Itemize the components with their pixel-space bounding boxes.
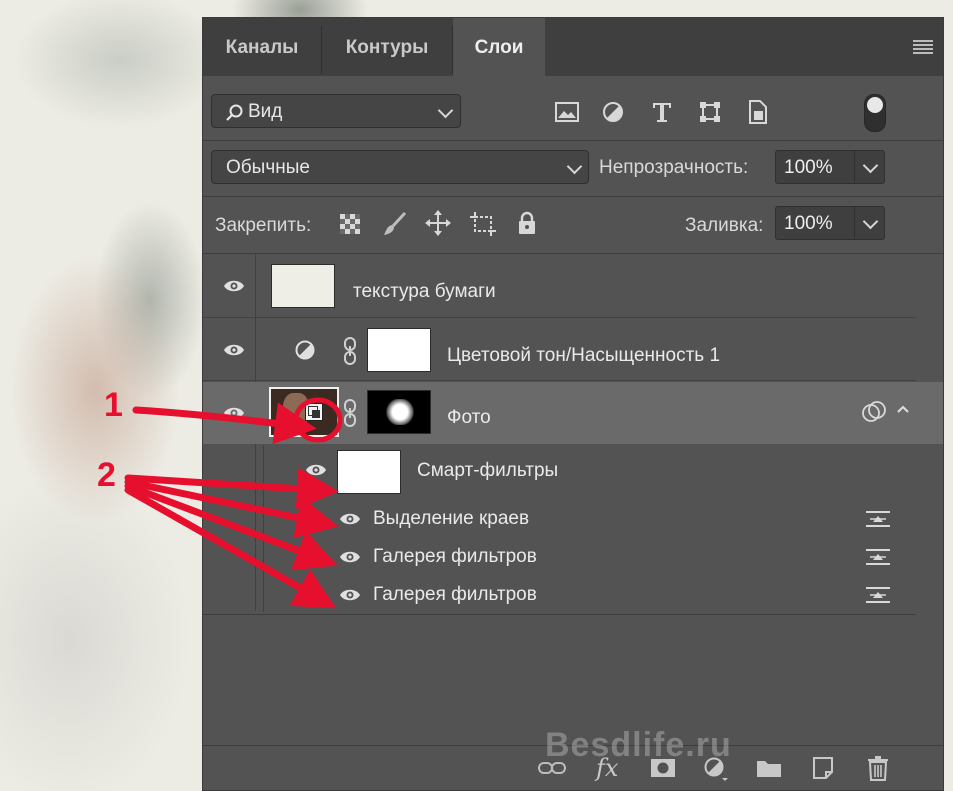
new-layer-icon[interactable] (811, 757, 835, 779)
layer-mask-thumbnail (367, 328, 431, 372)
smart-filters-label: Смарт-фильтры (417, 460, 559, 481)
fill-field[interactable]: 100% (775, 206, 885, 240)
filter-name: Галерея фильтров (373, 546, 537, 567)
watermark: Besdlife.ru (545, 726, 732, 764)
opacity-label: Непрозрачность: (599, 157, 749, 178)
eye-icon[interactable] (223, 343, 245, 357)
tab-paths[interactable]: Контуры (322, 18, 452, 76)
filter-row[interactable]: Галерея фильтров (203, 576, 916, 614)
panel-menu-icon[interactable] (913, 40, 933, 54)
chevron-up-icon[interactable] (896, 404, 910, 414)
annotation-marker-2: 2 (97, 456, 116, 494)
opacity-value: 100% (784, 157, 833, 178)
image-filter-icon[interactable] (555, 102, 579, 122)
layer-thumbnail (271, 264, 335, 308)
chevron-down-icon[interactable] (862, 213, 879, 230)
delete-layer-trash-icon[interactable] (867, 755, 889, 781)
eye-icon[interactable] (223, 406, 245, 420)
filter-name: Выделение краев (373, 508, 530, 529)
eye-icon[interactable] (339, 588, 361, 602)
fill-label: Заливка: (685, 215, 764, 236)
search-icon (226, 104, 243, 121)
annotation-marker-1: 1 (104, 386, 123, 424)
layer-row[interactable]: текстура бумаги (203, 254, 916, 318)
smart-filter-mask-thumbnail (337, 450, 401, 494)
blend-mode-dropdown[interactable]: Обычные (211, 150, 589, 184)
smart-object-filter-icon[interactable] (748, 100, 768, 124)
lock-pixels-brush-icon[interactable] (383, 211, 407, 237)
layer-row-selected[interactable]: Фото (203, 382, 943, 444)
smart-filters-row[interactable]: Смарт-фильтры (203, 446, 916, 494)
tab-layers[interactable]: Слои (453, 18, 545, 76)
opacity-field[interactable]: 100% (775, 150, 885, 184)
eye-icon[interactable] (223, 279, 245, 293)
layers-panel: Каналы Контуры Слои Вид Обычные Непрозра… (202, 17, 944, 791)
filter-blending-options-icon[interactable] (866, 586, 890, 604)
blend-mode-value: Обычные (226, 157, 310, 178)
filter-blending-options-icon[interactable] (866, 548, 890, 566)
adjustment-filter-icon[interactable] (602, 101, 624, 123)
smart-filter-effects-icon[interactable] (861, 401, 887, 423)
filter-row[interactable]: Выделение краев (203, 500, 916, 538)
layer-name: Цветовой тон/Насыщенность 1 (447, 345, 721, 366)
chevron-down-icon[interactable] (862, 157, 879, 174)
tab-channels[interactable]: Каналы (203, 18, 321, 76)
fill-value: 100% (784, 213, 833, 234)
new-group-folder-icon[interactable] (756, 758, 782, 778)
filter-toggle-switch[interactable] (864, 94, 886, 132)
chevron-down-icon (437, 102, 454, 119)
layer-filter-dropdown[interactable]: Вид (211, 94, 461, 128)
smart-object-badge-icon (305, 403, 323, 421)
lock-label: Закрепить: (215, 215, 312, 236)
tab-bar: Каналы Контуры Слои (203, 18, 943, 76)
type-filter-icon[interactable] (651, 101, 673, 123)
link-chain-icon[interactable] (343, 337, 357, 365)
filter-row[interactable]: Галерея фильтров (203, 538, 916, 576)
layer-name: текстура бумаги (353, 281, 496, 302)
layer-name: Фото (447, 407, 491, 428)
eye-icon[interactable] (339, 550, 361, 564)
eye-icon[interactable] (339, 512, 361, 526)
chevron-down-icon (566, 158, 583, 175)
layer-row[interactable]: Цветовой тон/Насыщенность 1 (203, 319, 916, 381)
lock-position-move-icon[interactable] (425, 210, 451, 236)
smart-object-thumbnail (269, 387, 339, 437)
eye-icon[interactable] (305, 463, 327, 477)
adjustment-layer-icon (295, 340, 315, 360)
filter-blending-options-icon[interactable] (866, 510, 890, 528)
lock-all-icon[interactable] (517, 211, 537, 235)
layer-filter-value: Вид (248, 101, 283, 122)
filter-name: Галерея фильтров (373, 584, 537, 605)
lock-artboard-icon[interactable] (470, 212, 496, 236)
shape-filter-icon[interactable] (699, 101, 721, 123)
link-chain-icon[interactable] (343, 399, 357, 427)
layer-mask-thumbnail (367, 390, 431, 434)
lock-transparency-icon[interactable] (340, 214, 360, 234)
